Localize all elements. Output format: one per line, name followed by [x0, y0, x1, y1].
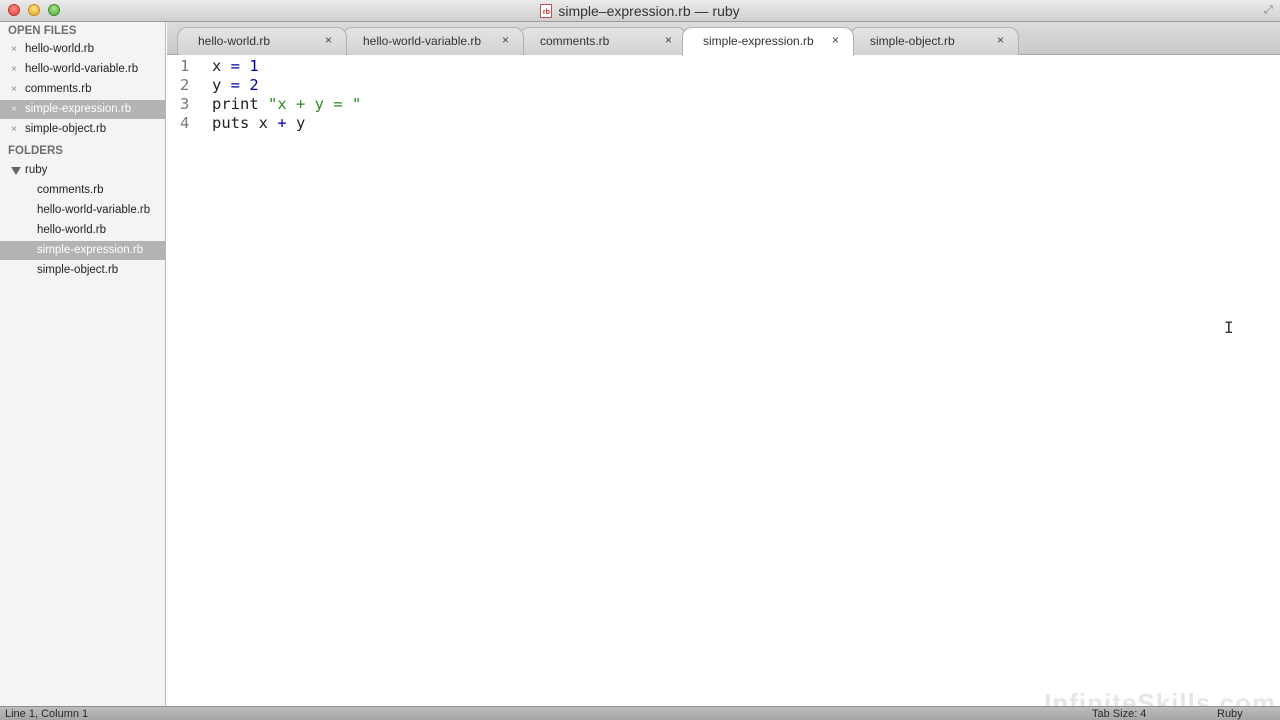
open-files-header: OPEN FILES [8, 25, 77, 37]
folder-file-item[interactable]: simple-expression.rb [0, 241, 165, 260]
close-icon[interactable]: × [11, 60, 17, 79]
disclosure-triangle-icon[interactable] [11, 167, 21, 175]
open-file-item[interactable]: × comments.rb [0, 80, 165, 99]
tab-size-selector[interactable]: Tab Size: 4 [1092, 708, 1146, 720]
code-token: y [286, 114, 306, 132]
line-number: 1 [180, 57, 190, 75]
fullscreen-icon[interactable]: ⤢ [1264, 4, 1276, 16]
code-text: y = 2 [212, 76, 259, 95]
text-cursor-icon: I [1224, 318, 1234, 337]
folder-label: ruby [25, 164, 48, 176]
open-file-label: simple-expression.rb [25, 103, 132, 115]
folder-file-item[interactable]: comments.rb [0, 181, 165, 200]
code-text: x = 1 [212, 57, 259, 76]
window-title: simple–expression.rb — ruby [558, 3, 740, 19]
tab-label: comments.rb [540, 34, 610, 48]
tab-hello-world-variable[interactable]: hello-world-variable.rb × [342, 27, 524, 55]
open-file-label: hello-world-variable.rb [25, 63, 139, 75]
code-token: puts x [212, 114, 278, 132]
folder-file-label: simple-expression.rb [37, 244, 144, 256]
tab-simple-object[interactable]: simple-object.rb × [849, 27, 1019, 55]
close-icon[interactable]: × [832, 33, 839, 47]
line-number: 2 [180, 76, 190, 94]
tab-hello-world[interactable]: hello-world.rb × [177, 27, 347, 55]
code-token: "x + y = " [268, 95, 362, 113]
code-token: y [212, 76, 231, 94]
open-file-item[interactable]: × hello-world.rb [0, 40, 165, 59]
folder-file-label: comments.rb [37, 184, 104, 196]
close-icon[interactable]: × [11, 100, 17, 119]
code-editor[interactable]: 1x = 12y = 2 3 print "x + y = " 4 puts x + y… [167, 55, 1280, 706]
code-token: 1 [249, 57, 259, 75]
code-token: 2 [249, 76, 259, 94]
close-icon[interactable]: × [11, 80, 17, 99]
code-token: = [230, 57, 241, 75]
close-icon[interactable]: × [502, 33, 509, 47]
tab-label: hello-world.rb [198, 34, 271, 48]
folder-file-label: hello-world.rb [37, 224, 107, 236]
folder-ruby[interactable]: ruby [0, 161, 165, 180]
open-file-item[interactable]: × hello-world-variable.rb [0, 60, 165, 79]
code-text: print "x + y = " [212, 95, 361, 114]
folder-file-label: simple-object.rb [37, 264, 119, 276]
tab-bar: hello-world.rb × hello-world-variable.rb × c… [167, 22, 1280, 56]
close-icon[interactable]: × [997, 33, 1004, 47]
syntax-selector[interactable]: Ruby [1217, 708, 1243, 720]
open-file-label: simple-object.rb [25, 123, 107, 135]
folder-file-item[interactable]: hello-world.rb [0, 221, 165, 240]
folder-file-item[interactable]: hello-world-variable.rb [0, 201, 165, 220]
close-icon[interactable]: × [11, 40, 17, 59]
close-icon[interactable]: × [665, 33, 672, 47]
folder-file-label: hello-world-variable.rb [37, 204, 151, 216]
sidebar: OPEN FILES × hello-world.rb × hello-world-v… [0, 22, 166, 706]
tab-label: simple-expression.rb [703, 34, 814, 48]
code-token: = [230, 76, 241, 94]
code-token: x [212, 57, 231, 75]
tab-simple-expression[interactable]: simple-expression.rb × [682, 27, 854, 56]
line-number: 4 [180, 114, 190, 132]
tab-comments[interactable]: comments.rb × [519, 27, 687, 55]
ruby-file-icon: rb [540, 4, 553, 18]
cursor-position: Line 1, Column 1 [5, 708, 89, 720]
tab-label: simple-object.rb [870, 34, 955, 48]
code-token: print [212, 95, 268, 113]
close-icon[interactable]: × [11, 120, 17, 139]
open-file-item[interactable]: × simple-expression.rb [0, 100, 165, 119]
title-bar: rb simple–expression.rb — ruby ⤢ [0, 0, 1280, 22]
status-bar: Line 1, Column 1 Tab Size: 4 Ruby [0, 706, 1280, 720]
close-icon[interactable]: × [325, 33, 332, 47]
code-text: puts x + y [212, 114, 305, 133]
open-file-label: hello-world.rb [25, 43, 95, 55]
folders-header: FOLDERS [8, 145, 63, 157]
tab-label: hello-world-variable.rb [363, 34, 482, 48]
folder-file-item[interactable]: simple-object.rb [0, 261, 165, 280]
line-number: 3 [180, 95, 190, 113]
code-token: + [277, 114, 287, 132]
open-file-item[interactable]: × simple-object.rb [0, 120, 165, 139]
open-file-label: comments.rb [25, 83, 92, 95]
